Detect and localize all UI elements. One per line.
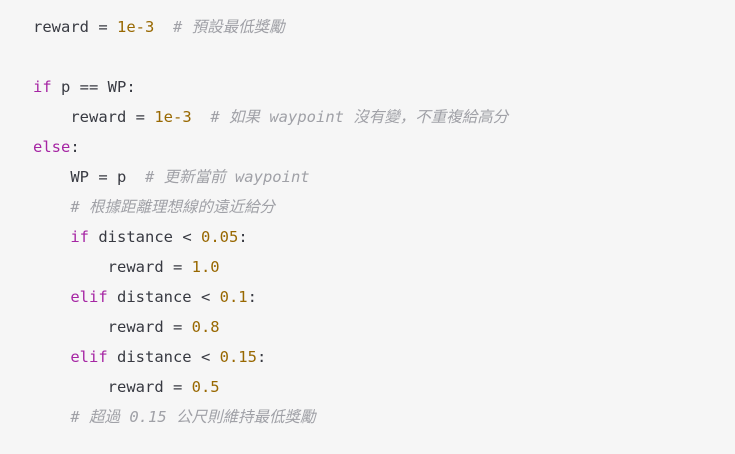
code-line-3: if p == WP: [33,72,735,102]
code-token: : [247,288,257,306]
code-token: 1e-3 [154,108,192,126]
code-token: p == WP: [51,78,136,96]
code-line-5: else: [33,132,735,162]
code-token: 0.05 [200,228,239,246]
code-token: distance < [107,348,220,366]
code-line-13: reward = 0.5 [33,372,735,402]
code-comment: # 根據距離理想線的遠近給分 [70,198,275,216]
code-keyword: elif [70,348,108,366]
code-token: 1.0 [191,258,220,276]
code-token: 0.5 [191,378,220,396]
code-line-11: reward = 0.8 [33,312,735,342]
code-comment: # 如果 waypoint 沒有變，不重複給高分 [210,108,509,126]
code-line-9: reward = 1.0 [33,252,735,282]
code-line-10: elif distance < 0.1: [33,282,735,312]
code-token: reward = [33,108,155,126]
code-line-14: # 超過 0.15 公尺則維持最低獎勵 [33,402,735,432]
code-token: WP = p [33,168,145,186]
code-line-12: elif distance < 0.15: [33,342,735,372]
code-token: : [256,348,267,366]
code-comment: # 超過 0.15 公尺則維持最低獎勵 [70,408,316,426]
code-token: : [238,228,248,246]
code-line-6: WP = p # 更新當前 waypoint [33,162,735,192]
code-keyword: if [70,228,89,246]
code-line-7: # 根據距離理想線的遠近給分 [33,192,735,222]
code-token: : [70,138,80,156]
code-keyword: if [33,78,52,96]
code-line-4: reward = 1e-3 # 如果 waypoint 沒有變，不重複給高分 [33,102,735,132]
code-token: 0.15 [219,348,257,366]
code-token: distance < [107,288,220,306]
code-line-1: reward = 1e-3 # 預設最低獎勵 [33,12,735,42]
code-token: reward = [33,18,117,36]
code-block: reward = 1e-3 # 預設最低獎勵 if p == WP: rewar… [0,0,735,454]
code-keyword: elif [70,288,108,306]
code-token: reward = [33,258,192,276]
code-token: 0.1 [219,288,248,306]
code-comment: # 更新當前 waypoint [144,168,310,186]
code-token: distance < [89,228,201,246]
code-token: reward = [33,378,192,396]
code-token: 1e-3 [117,18,155,36]
code-line-8: if distance < 0.05: [33,222,735,252]
code-keyword: else [33,138,71,156]
code-comment: # 預設最低獎勵 [173,18,285,36]
code-token: reward = [33,318,192,336]
code-token: 0.8 [191,318,220,336]
